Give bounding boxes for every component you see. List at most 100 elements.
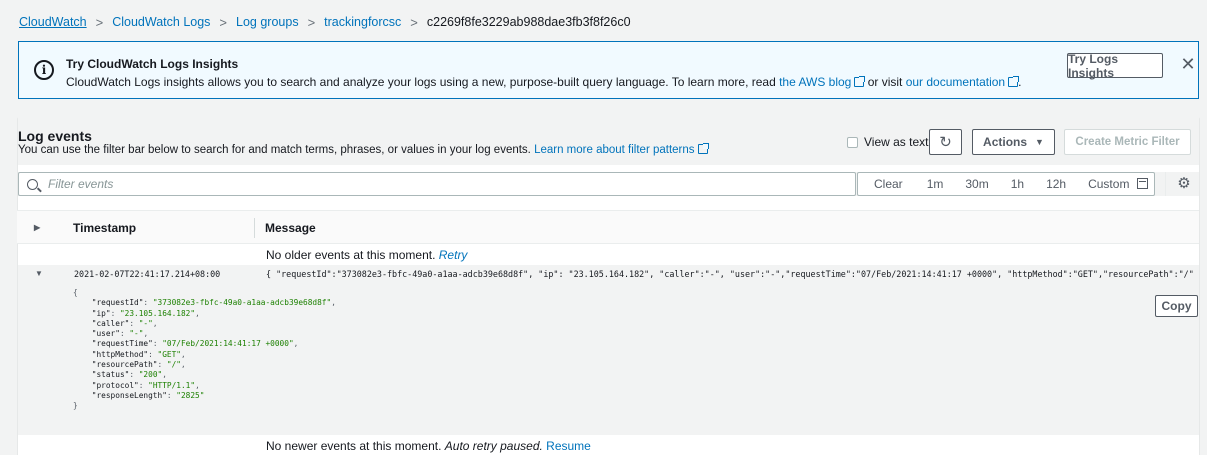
json-field-line: "caller": "-", (91, 318, 158, 328)
range-1m[interactable]: 1m (903, 177, 944, 191)
json-value: "23.105.164.182" (119, 308, 196, 318)
refresh-icon: ↻ (939, 134, 952, 151)
breadcrumb-separator: > (219, 14, 228, 30)
json-value: "373082e3-fbfc-49a0-a1aa-adcb39e68d8f" (152, 298, 332, 308)
cloudwatch-log-stream-page: CloudWatch > CloudWatch Logs > Log group… (0, 0, 1207, 455)
column-divider (254, 218, 255, 238)
breadcrumb-cloudwatch-logs[interactable]: CloudWatch Logs (112, 15, 210, 29)
caret-down-icon: ▼ (1035, 137, 1044, 147)
json-field-line: "protocol": "HTTP/1.1", (91, 380, 200, 390)
json-value: "-" (138, 318, 153, 328)
create-metric-filter-button[interactable]: Create Metric Filter (1064, 129, 1191, 155)
try-logs-insights-button[interactable]: Try Logs Insights (1067, 52, 1163, 80)
json-key: "resourcePath" (91, 360, 158, 370)
event-json-detail: { "requestId": "373082e3-fbfc-49a0-a1aa-… (73, 288, 336, 412)
time-range-selector: Clear 1m 30m 1h 12h Custom (857, 172, 1155, 196)
json-key: "protocol" (91, 380, 139, 390)
json-field-line: "httpMethod": "GET", (91, 349, 186, 359)
breadcrumb-log-group[interactable]: trackingforcsc (324, 15, 401, 29)
divider (1165, 172, 1166, 196)
log-events-desc-text: You can use the filter bar below to sear… (18, 144, 535, 156)
breadcrumb-current-stream: c2269f8fe3229ab988dae3fb3f8f26c0 (426, 15, 631, 29)
event-message: { "requestId":"373082e3-fbfc-49a0-a1aa-a… (266, 269, 1194, 279)
range-30m[interactable]: 30m (943, 177, 988, 191)
filter-events-field[interactable] (18, 172, 856, 196)
newer-events-note: No newer events at this moment. Auto ret… (266, 439, 591, 453)
json-open-brace: { (73, 288, 78, 297)
calendar-icon (1137, 178, 1149, 189)
json-value: "HTTP/1.1" (148, 380, 196, 390)
json-value: "07/Feb/2021:14:41:17 +0000" (162, 339, 294, 349)
json-field-line: "status": "200", (91, 370, 167, 380)
json-value: "200" (138, 370, 163, 380)
collapse-row-icon[interactable]: ▼ (35, 269, 43, 278)
resume-link[interactable]: Resume (546, 439, 591, 453)
view-as-text-checkbox[interactable] (847, 136, 858, 148)
breadcrumb-cloudwatch[interactable]: CloudWatch (19, 15, 87, 29)
log-events-panel: Log events You can use the filter bar be… (17, 117, 1199, 455)
refresh-button[interactable]: ↻ (929, 129, 962, 155)
json-key: "requestTime" (91, 339, 153, 349)
log-event-row-expanded[interactable]: ▼ 2021-02-07T22:41:17.214+08:00 { "reque… (18, 265, 1199, 435)
column-timestamp: Timestamp (73, 221, 137, 235)
json-value: "/" (166, 360, 181, 370)
json-value: "GET" (157, 349, 181, 359)
external-link-icon (697, 143, 709, 154)
banner-description: CloudWatch Logs insights allows you to s… (66, 75, 1022, 89)
json-field-line: "resourcePath": "/", (91, 360, 186, 370)
json-key: "responseLength" (91, 390, 167, 400)
filter-bar: Clear 1m 30m 1h 12h Custom ⚙ (18, 172, 1199, 196)
expand-all-icon[interactable]: ▶ (34, 223, 40, 232)
json-key: "caller" (91, 318, 130, 328)
json-field-line: "requestTime": "07/Feb/2021:14:41:17 +00… (91, 339, 299, 349)
log-events-description: You can use the filter bar below to sear… (18, 143, 709, 156)
breadcrumb-separator: > (307, 14, 316, 30)
view-as-text-label: View as text (864, 135, 929, 149)
json-value: "2825" (176, 390, 205, 400)
copy-button[interactable]: Copy (1155, 295, 1198, 317)
json-key: "httpMethod" (91, 349, 149, 359)
breadcrumb-separator: > (95, 14, 104, 30)
range-custom-label: Custom (1088, 177, 1130, 191)
range-custom[interactable]: Custom (1066, 177, 1149, 191)
external-link-icon (854, 76, 866, 87)
json-value: "-" (129, 329, 144, 339)
json-field-line: "ip": "23.105.164.182", (91, 308, 200, 318)
retry-link[interactable]: Retry (439, 248, 468, 262)
banner-desc-text: CloudWatch Logs insights allows you to s… (66, 75, 780, 89)
logs-insights-banner: i Try CloudWatch Logs Insights CloudWatc… (18, 41, 1199, 99)
older-events-note: No older events at this moment. Retry (266, 248, 467, 262)
documentation-link[interactable]: our documentation (906, 75, 1005, 89)
newer-events-text: No newer events at this moment. (266, 439, 442, 453)
info-icon: i (34, 60, 54, 80)
log-events-header: Log events You can use the filter bar be… (18, 117, 1199, 165)
log-events-title: Log events (18, 128, 92, 144)
json-close-brace: } (73, 401, 78, 411)
filter-events-input[interactable] (48, 177, 828, 191)
close-banner-icon[interactable]: ✕ (1179, 54, 1197, 74)
json-field-line: "requestId": "373082e3-fbfc-49a0-a1aa-ad… (91, 298, 336, 308)
json-key: "status" (91, 370, 130, 380)
external-link-icon (1008, 76, 1020, 87)
actions-dropdown-button[interactable]: Actions ▼ (972, 129, 1055, 155)
json-key: "requestId" (91, 298, 144, 308)
filter-patterns-link[interactable]: Learn more about filter patterns (534, 144, 694, 156)
view-as-text-toggle[interactable]: View as text (847, 135, 928, 149)
range-1h[interactable]: 1h (989, 177, 1024, 191)
column-message: Message (265, 221, 316, 235)
json-field-line: "responseLength": "2825" (91, 390, 205, 400)
event-timestamp: 2021-02-07T22:41:17.214+08:00 (74, 269, 221, 279)
json-field-line: "user": "-", (91, 329, 149, 339)
range-clear[interactable]: Clear (858, 177, 903, 191)
log-table-header: ▶ Timestamp Message (17, 210, 1199, 244)
auto-retry-paused-text: Auto retry paused. (444, 439, 543, 453)
older-events-text: No older events at this moment. (266, 248, 436, 262)
json-key: "user" (91, 329, 120, 339)
range-12h[interactable]: 12h (1024, 177, 1066, 191)
banner-title: Try CloudWatch Logs Insights (66, 57, 239, 71)
settings-gear-icon[interactable]: ⚙ (1176, 175, 1192, 192)
aws-blog-link[interactable]: the AWS blog (779, 75, 851, 89)
json-key: "ip" (91, 308, 111, 318)
breadcrumb-log-groups[interactable]: Log groups (236, 15, 299, 29)
breadcrumb-separator: > (410, 14, 418, 30)
